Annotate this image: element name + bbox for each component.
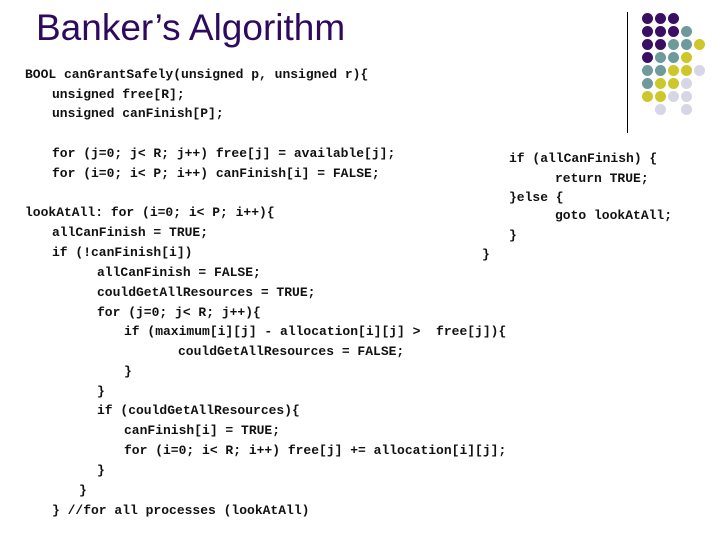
code-line: couldGetAllResources = TRUE; <box>97 285 316 300</box>
dot-purple <box>641 38 653 50</box>
dot-purple <box>641 12 653 24</box>
code-line: } <box>124 364 132 379</box>
dot-purple <box>641 51 653 63</box>
code-line: goto lookAtAll; <box>555 208 673 223</box>
code-line: } <box>97 463 105 478</box>
dot-yellow <box>680 51 692 63</box>
code-line: if (!canFinish[i]) <box>52 245 193 260</box>
dot-purple <box>654 25 666 37</box>
dot-lavender <box>693 64 705 76</box>
dot-yellow <box>680 64 692 76</box>
code-line: lookAtAll: for (i=0; i< P; i++){ <box>25 205 275 220</box>
code-line: for (j=0; j< R; j++) free[j] = available… <box>52 146 396 161</box>
dot-purple <box>667 25 679 37</box>
dot-purple <box>654 12 666 24</box>
dot-teal <box>641 64 653 76</box>
dot-yellow <box>693 38 705 50</box>
code-line: for (j=0; j< R; j++){ <box>97 305 261 320</box>
code-line: } <box>97 384 105 399</box>
dot-lavender <box>680 103 692 115</box>
dot-yellow <box>667 77 679 89</box>
code-line: allCanFinish = TRUE; <box>52 225 209 240</box>
dot-teal <box>667 38 679 50</box>
code-line: } <box>79 483 87 498</box>
dot-lavender <box>654 103 666 115</box>
code-line: allCanFinish = FALSE; <box>97 265 261 280</box>
dot-yellow <box>654 77 666 89</box>
code-line: unsigned canFinish[P]; <box>52 106 224 121</box>
dot-teal <box>654 51 666 63</box>
code-line: BOOL canGrantSafely(unsigned p, unsigned… <box>25 67 369 82</box>
code-line: for (i=0; i< R; i++) free[j] += allocati… <box>124 443 507 458</box>
dot-teal <box>680 25 692 37</box>
dot-teal <box>680 38 692 50</box>
code-line: for (i=0; i< P; i++) canFinish[i] = FALS… <box>52 166 380 181</box>
dot-yellow <box>641 90 653 102</box>
dot-purple <box>667 12 679 24</box>
code-line: } <box>509 228 517 243</box>
dot-teal <box>667 51 679 63</box>
code-line: } <box>482 247 490 262</box>
dot-lavender <box>680 77 692 89</box>
dot-purple <box>641 25 653 37</box>
dot-yellow <box>654 90 666 102</box>
code-line: if (couldGetAllResources){ <box>97 403 300 418</box>
code-line: }else { <box>509 190 564 205</box>
dot-yellow <box>667 64 679 76</box>
dot-purple <box>654 38 666 50</box>
code-line: unsigned free[R]; <box>52 87 185 102</box>
dot-teal <box>641 77 653 89</box>
code-line: couldGetAllResources = FALSE; <box>178 344 405 359</box>
code-line: return TRUE; <box>555 171 649 186</box>
code-line: } //for all processes (lookAtAll) <box>52 503 310 518</box>
dot-teal <box>654 64 666 76</box>
code-line: if (maximum[i][j] - allocation[i][j] > f… <box>124 324 507 339</box>
code-line: if (allCanFinish) { <box>509 151 658 166</box>
dot-lavender <box>667 90 679 102</box>
code-line: canFinish[i] = TRUE; <box>124 423 281 438</box>
dot-lavender <box>680 90 692 102</box>
